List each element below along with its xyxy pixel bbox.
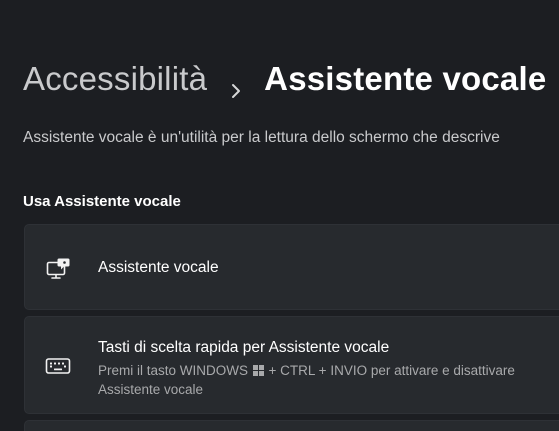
narrator-toggle-label: Assistente vocale — [98, 259, 219, 276]
page-description: Assistente vocale è un'utilità per la le… — [23, 129, 500, 146]
breadcrumb: Accessibilità Assistente vocale — [23, 60, 546, 98]
narrator-shortcut-description: Premi il tasto WINDOWS + CTRL + INVIO pe… — [98, 361, 559, 399]
narrator-toggle-card[interactable]: Assistente vocale — [24, 224, 559, 310]
page-title: Assistente vocale — [264, 60, 547, 97]
chevron-right-icon — [229, 70, 243, 98]
narrator-shortcut-title: Tasti di scelta rapida per Assistente vo… — [98, 339, 390, 356]
keyboard-icon — [45, 353, 71, 379]
section-heading: Usa Assistente vocale — [23, 193, 181, 210]
settings-page: Accessibilità Assistente vocale Assisten… — [0, 0, 559, 431]
narrator-shortcut-card[interactable]: Tasti di scelta rapida per Assistente vo… — [24, 316, 559, 414]
breadcrumb-parent-link[interactable]: Accessibilità — [23, 60, 207, 98]
shortcut-text-before: Premi il tasto WINDOWS — [98, 363, 249, 378]
settings-card-partial[interactable] — [24, 420, 559, 431]
windows-logo-icon — [252, 362, 264, 376]
narrator-monitor-icon — [45, 256, 71, 282]
